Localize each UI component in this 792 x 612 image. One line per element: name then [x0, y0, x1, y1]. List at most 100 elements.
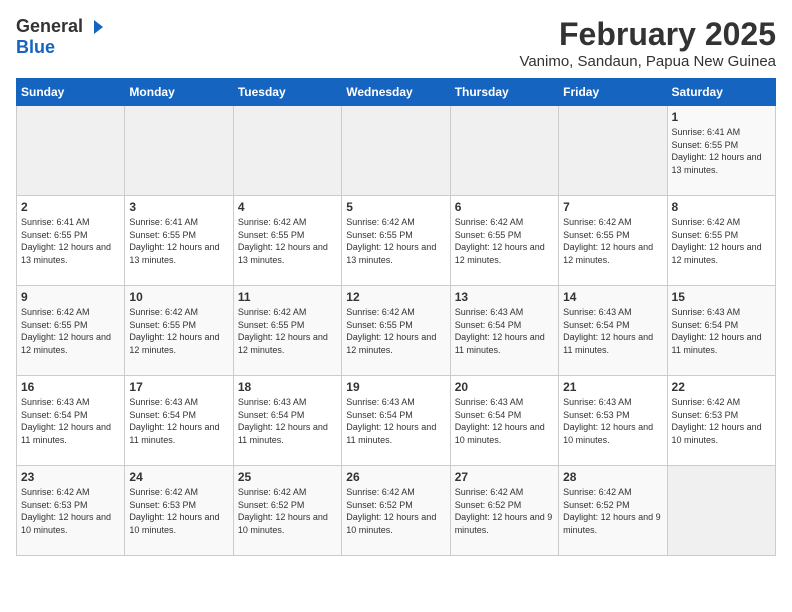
day-info: Sunrise: 6:43 AM Sunset: 6:54 PM Dayligh…: [455, 396, 554, 446]
day-number: 25: [238, 470, 337, 484]
location-title: Vanimo, Sandaun, Papua New Guinea: [519, 53, 776, 70]
calendar-cell: 28 Sunrise: 6:42 AM Sunset: 6:52 PM Dayli…: [559, 466, 667, 556]
day-number: 17: [129, 380, 228, 394]
calendar-header-row: SundayMondayTuesdayWednesdayThursdayFrid…: [17, 79, 776, 106]
day-info: Sunrise: 6:42 AM Sunset: 6:52 PM Dayligh…: [455, 486, 554, 536]
day-number: 2: [21, 200, 120, 214]
calendar-cell: 4 Sunrise: 6:42 AM Sunset: 6:55 PM Daylig…: [233, 196, 341, 286]
calendar-cell: [559, 106, 667, 196]
weekday-header: Monday: [125, 79, 233, 106]
calendar-cell: [342, 106, 450, 196]
day-info: Sunrise: 6:42 AM Sunset: 6:53 PM Dayligh…: [21, 486, 120, 536]
calendar-cell: [450, 106, 558, 196]
month-title: February 2025: [519, 16, 776, 53]
day-number: 23: [21, 470, 120, 484]
day-info: Sunrise: 6:43 AM Sunset: 6:54 PM Dayligh…: [346, 396, 445, 446]
day-info: Sunrise: 6:42 AM Sunset: 6:53 PM Dayligh…: [672, 396, 771, 446]
day-info: Sunrise: 6:43 AM Sunset: 6:54 PM Dayligh…: [129, 396, 228, 446]
logo: General Blue: [16, 16, 103, 58]
day-number: 3: [129, 200, 228, 214]
day-number: 7: [563, 200, 662, 214]
calendar-cell: 20Sunrise: 6:43 AM Sunset: 6:54 PM Dayli…: [450, 376, 558, 466]
calendar-cell: 23 Sunrise: 6:42 AM Sunset: 6:53 PM Dayli…: [17, 466, 125, 556]
day-number: 5: [346, 200, 445, 214]
day-number: 18: [238, 380, 337, 394]
day-info: Sunrise: 6:43 AM Sunset: 6:53 PM Dayligh…: [563, 396, 662, 446]
day-info: Sunrise: 6:43 AM Sunset: 6:54 PM Dayligh…: [238, 396, 337, 446]
weekday-header: Tuesday: [233, 79, 341, 106]
weekday-header: Wednesday: [342, 79, 450, 106]
calendar-cell: 3 Sunrise: 6:41 AM Sunset: 6:55 PM Daylig…: [125, 196, 233, 286]
calendar-cell: 25 Sunrise: 6:42 AM Sunset: 6:52 PM Dayli…: [233, 466, 341, 556]
calendar-cell: 24 Sunrise: 6:42 AM Sunset: 6:53 PM Dayli…: [125, 466, 233, 556]
calendar-cell: 8 Sunrise: 6:42 AM Sunset: 6:55 PM Daylig…: [667, 196, 775, 286]
day-number: 9: [21, 290, 120, 304]
calendar-cell: 18 Sunrise: 6:43 AM Sunset: 6:54 PM Dayli…: [233, 376, 341, 466]
calendar-cell: 2 Sunrise: 6:41 AM Sunset: 6:55 PM Daylig…: [17, 196, 125, 286]
day-info: Sunrise: 6:43 AM Sunset: 6:54 PM Dayligh…: [455, 306, 554, 356]
day-info: Sunrise: 6:42 AM Sunset: 6:55 PM Dayligh…: [129, 306, 228, 356]
day-number: 22: [672, 380, 771, 394]
day-number: 6: [455, 200, 554, 214]
day-number: 24: [129, 470, 228, 484]
calendar-cell: 21 Sunrise: 6:43 AM Sunset: 6:53 PM Dayli…: [559, 376, 667, 466]
calendar-week-row: 9 Sunrise: 6:42 AM Sunset: 6:55 PM Daylig…: [17, 286, 776, 376]
day-number: 16: [21, 380, 120, 394]
calendar-week-row: 23 Sunrise: 6:42 AM Sunset: 6:53 PM Dayli…: [17, 466, 776, 556]
day-number: 8: [672, 200, 771, 214]
day-info: Sunrise: 6:41 AM Sunset: 6:55 PM Dayligh…: [21, 216, 120, 266]
calendar-cell: 5 Sunrise: 6:42 AM Sunset: 6:55 PM Daylig…: [342, 196, 450, 286]
header: General Blue February 2025 Vanimo, Sanda…: [16, 16, 776, 70]
calendar-week-row: 2 Sunrise: 6:41 AM Sunset: 6:55 PM Daylig…: [17, 196, 776, 286]
day-info: Sunrise: 6:41 AM Sunset: 6:55 PM Dayligh…: [129, 216, 228, 266]
weekday-header: Saturday: [667, 79, 775, 106]
day-info: Sunrise: 6:42 AM Sunset: 6:55 PM Dayligh…: [563, 216, 662, 266]
calendar-cell: 19Sunrise: 6:43 AM Sunset: 6:54 PM Dayli…: [342, 376, 450, 466]
calendar-cell: [233, 106, 341, 196]
day-info: Sunrise: 6:42 AM Sunset: 6:52 PM Dayligh…: [238, 486, 337, 536]
calendar-week-row: 16 Sunrise: 6:43 AM Sunset: 6:54 PM Dayli…: [17, 376, 776, 466]
day-number: 13: [455, 290, 554, 304]
day-number: 15: [672, 290, 771, 304]
logo-blue-text: Blue: [16, 37, 55, 57]
calendar-table: SundayMondayTuesdayWednesdayThursdayFrid…: [16, 78, 776, 556]
calendar-cell: [125, 106, 233, 196]
calendar-cell: 7 Sunrise: 6:42 AM Sunset: 6:55 PM Daylig…: [559, 196, 667, 286]
calendar-cell: 1 Sunrise: 6:41 AM Sunset: 6:55 PM Daylig…: [667, 106, 775, 196]
day-number: 27: [455, 470, 554, 484]
day-number: 4: [238, 200, 337, 214]
calendar-cell: 9Sunrise: 6:42 AM Sunset: 6:55 PM Daylig…: [17, 286, 125, 376]
day-number: 14: [563, 290, 662, 304]
day-info: Sunrise: 6:42 AM Sunset: 6:55 PM Dayligh…: [238, 216, 337, 266]
day-info: Sunrise: 6:42 AM Sunset: 6:55 PM Dayligh…: [455, 216, 554, 266]
day-number: 28: [563, 470, 662, 484]
calendar-cell: 11Sunrise: 6:42 AM Sunset: 6:55 PM Dayli…: [233, 286, 341, 376]
weekday-header: Thursday: [450, 79, 558, 106]
day-info: Sunrise: 6:42 AM Sunset: 6:55 PM Dayligh…: [346, 216, 445, 266]
day-info: Sunrise: 6:42 AM Sunset: 6:55 PM Dayligh…: [672, 216, 771, 266]
calendar-cell: 27 Sunrise: 6:42 AM Sunset: 6:52 PM Dayli…: [450, 466, 558, 556]
day-info: Sunrise: 6:42 AM Sunset: 6:55 PM Dayligh…: [346, 306, 445, 356]
day-info: Sunrise: 6:42 AM Sunset: 6:52 PM Dayligh…: [563, 486, 662, 536]
calendar-cell: 12Sunrise: 6:42 AM Sunset: 6:55 PM Dayli…: [342, 286, 450, 376]
day-number: 21: [563, 380, 662, 394]
day-info: Sunrise: 6:43 AM Sunset: 6:54 PM Dayligh…: [672, 306, 771, 356]
calendar-cell: [17, 106, 125, 196]
calendar-cell: 26Sunrise: 6:42 AM Sunset: 6:52 PM Dayli…: [342, 466, 450, 556]
day-number: 10: [129, 290, 228, 304]
day-info: Sunrise: 6:43 AM Sunset: 6:54 PM Dayligh…: [563, 306, 662, 356]
day-info: Sunrise: 6:41 AM Sunset: 6:55 PM Dayligh…: [672, 126, 771, 176]
calendar-cell: 15 Sunrise: 6:43 AM Sunset: 6:54 PM Dayli…: [667, 286, 775, 376]
calendar-cell: 13 Sunrise: 6:43 AM Sunset: 6:54 PM Dayli…: [450, 286, 558, 376]
logo-bird-icon: [85, 18, 103, 36]
calendar-cell: [667, 466, 775, 556]
calendar-cell: 6 Sunrise: 6:42 AM Sunset: 6:55 PM Daylig…: [450, 196, 558, 286]
day-info: Sunrise: 6:43 AM Sunset: 6:54 PM Dayligh…: [21, 396, 120, 446]
day-info: Sunrise: 6:42 AM Sunset: 6:53 PM Dayligh…: [129, 486, 228, 536]
weekday-header: Friday: [559, 79, 667, 106]
calendar-cell: 16 Sunrise: 6:43 AM Sunset: 6:54 PM Dayli…: [17, 376, 125, 466]
day-number: 1: [672, 110, 771, 124]
day-info: Sunrise: 6:42 AM Sunset: 6:55 PM Dayligh…: [238, 306, 337, 356]
weekday-header: Sunday: [17, 79, 125, 106]
calendar-week-row: 1 Sunrise: 6:41 AM Sunset: 6:55 PM Daylig…: [17, 106, 776, 196]
